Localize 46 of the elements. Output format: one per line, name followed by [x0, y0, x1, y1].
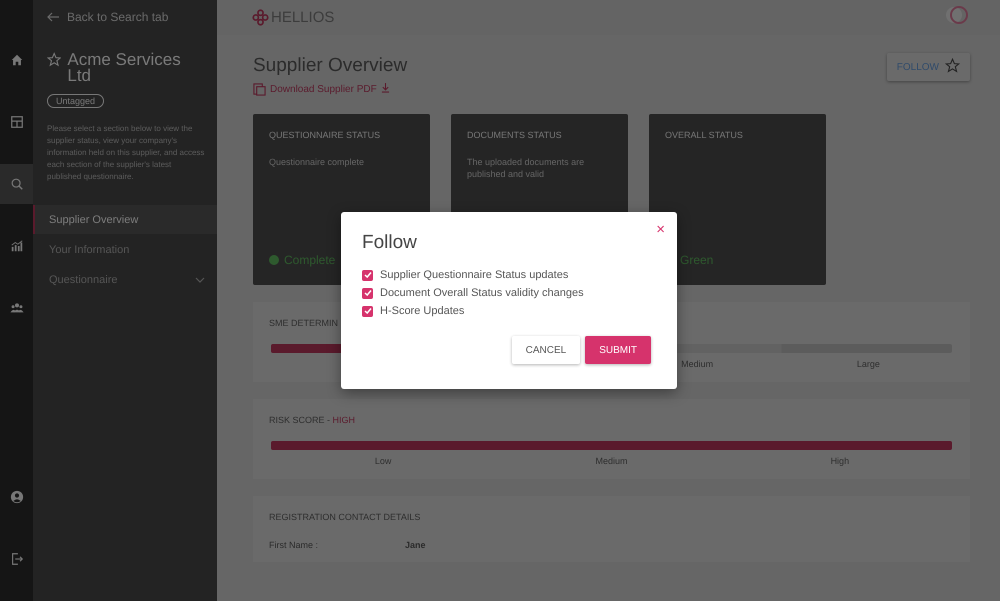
- card-title: DOCUMENTS STATUS: [467, 130, 563, 140]
- cancel-button[interactable]: CANCEL: [512, 336, 580, 364]
- bar-chart-icon: [10, 239, 24, 253]
- arrow-left-icon: [47, 12, 59, 22]
- dashboard-icon: [10, 115, 24, 129]
- scale-label: Large: [856, 359, 881, 370]
- card-text: Questionnaire complete: [269, 156, 366, 168]
- checkbox-option[interactable]: H-Score Updates: [362, 302, 464, 320]
- panel-title: REGISTRATION CONTACT DETAILS: [269, 512, 422, 522]
- pdf-icon: [253, 83, 266, 96]
- submit-button[interactable]: SUBMIT: [585, 336, 651, 364]
- checkbox[interactable]: [362, 306, 373, 316]
- search-icon: [10, 177, 24, 191]
- account-icon: [10, 490, 24, 504]
- card-title: OVERALL STATUS: [665, 130, 744, 140]
- tag-badge: Untagged: [47, 94, 104, 108]
- checkbox[interactable]: [362, 288, 373, 298]
- back-link[interactable]: Back to Search tab: [47, 10, 168, 24]
- star-icon: [945, 58, 960, 73]
- star-icon: [47, 52, 62, 67]
- panel-title: RISK SCORE - HIGH: [269, 415, 356, 425]
- close-button[interactable]: ×: [656, 222, 665, 238]
- scale-label: Medium: [680, 359, 714, 370]
- overlapping-circles-icon: [944, 5, 970, 25]
- field-value: Jane: [405, 540, 426, 550]
- logout-icon: [10, 552, 24, 566]
- download-icon: [380, 83, 390, 93]
- scale-label: High: [830, 456, 850, 467]
- sidebar-item[interactable]: Supplier Overview: [33, 205, 217, 234]
- dialog-title: Follow: [362, 232, 418, 254]
- panel-title: SME DETERMIN: [269, 318, 340, 328]
- checkbox-option[interactable]: Document Overall Status validity changes: [362, 284, 584, 302]
- page-title: Supplier Overview: [253, 55, 408, 77]
- checkbox-option[interactable]: Supplier Questionnaire Status updates: [362, 266, 568, 284]
- chevron-icon: [195, 276, 205, 282]
- card-title: QUESTIONNAIRE STATUS: [269, 130, 382, 140]
- scale-label: Medium: [594, 456, 628, 467]
- scale-label: Low: [374, 456, 392, 467]
- supplier-name: Acme Services Ltd: [67, 52, 182, 84]
- description-text: Please select a section below to view the supplier status, view your company's information held on this supplier, and access each section of the supplier's latest published questionnaire.: [47, 123, 205, 183]
- field-label: First Name :: [269, 540, 320, 550]
- card-text: The uploaded documents are published and valid: [467, 156, 586, 180]
- checkbox[interactable]: [362, 270, 373, 280]
- logo-icon: [252, 9, 269, 26]
- home-icon: [10, 53, 24, 67]
- people-icon: [10, 301, 24, 315]
